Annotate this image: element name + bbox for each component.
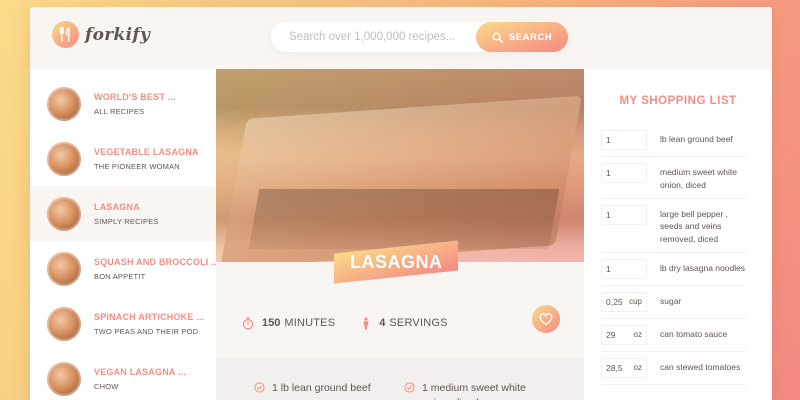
quantity-value: 1 bbox=[606, 209, 611, 220]
quantity-field[interactable]: 28,5 oz bbox=[601, 357, 647, 378]
result-publisher: THE PIONEER WOMAN bbox=[94, 161, 180, 171]
app-window: forkify SEARCH WORLD'S BEST ... ALL RECI… bbox=[30, 7, 772, 400]
shopping-list-title: MY SHOPPING LIST bbox=[619, 95, 737, 107]
quantity-field[interactable]: 1 bbox=[601, 258, 647, 279]
result-publisher: ALL RECIPES bbox=[94, 106, 145, 116]
recipe-panel: LASAGNA 150 MINUTES 4 SERVINGS 1 lb lean… bbox=[216, 69, 584, 400]
result-publisher: BON APPETIT bbox=[94, 271, 146, 281]
shopping-item: 29 oz can tomato sauce bbox=[601, 319, 746, 352]
quantity-field[interactable]: 29 oz bbox=[601, 324, 647, 345]
result-item[interactable]: WORLD'S BEST ... ALL RECIPES bbox=[30, 76, 216, 131]
quantity-value: 28,5 bbox=[606, 362, 623, 373]
search-icon bbox=[492, 32, 503, 43]
search-button[interactable]: SEARCH bbox=[476, 22, 568, 52]
header: forkify SEARCH bbox=[30, 7, 772, 69]
like-button[interactable] bbox=[532, 305, 560, 333]
recipe-time-value: 150 bbox=[262, 317, 281, 329]
search-button-label: SEARCH bbox=[508, 31, 553, 43]
quantity-unit: oz bbox=[633, 363, 642, 373]
quantity-value: 1 bbox=[606, 135, 611, 145]
shopping-item-text: lb dry lasagna noodles bbox=[660, 262, 746, 273]
result-item[interactable]: SPINACH ARTICHOKE ... TWO PEAS AND THEIR… bbox=[30, 296, 216, 351]
result-name: VEGAN LASAGNA ... bbox=[94, 366, 187, 377]
result-thumbnail bbox=[47, 196, 81, 231]
result-item[interactable]: SQUASH AND BROCCOLI ... BON APPETIT bbox=[30, 241, 220, 296]
stopwatch-icon bbox=[242, 317, 254, 330]
recipe-details: 150 MINUTES 4 SERVINGS bbox=[216, 289, 584, 357]
shopping-item-text: large bell pepper , seeds and veins remo… bbox=[660, 208, 729, 245]
shopping-item: 1 lb lean ground beef bbox=[601, 124, 746, 157]
shopping-item-text: lb lean ground beef bbox=[660, 134, 733, 144]
shopping-list-panel: MY SHOPPING LIST 1 lb lean ground beef 1… bbox=[584, 69, 772, 400]
recipe-time: 150 MINUTES bbox=[242, 317, 335, 330]
ingredients-list: 1 lb lean ground beef 1 medium sweet whi… bbox=[216, 357, 584, 400]
person-icon bbox=[363, 316, 369, 330]
recipe-servings-unit: SERVINGS bbox=[389, 317, 448, 329]
result-publisher: CHOW bbox=[94, 381, 119, 391]
result-item[interactable]: VEGETABLE LASAGNA THE PIONEER WOMAN bbox=[30, 131, 216, 186]
ingredient-item: 1 lb lean ground beef bbox=[254, 381, 404, 400]
heart-icon bbox=[539, 312, 553, 325]
result-name: SPINACH ARTICHOKE ... bbox=[94, 311, 205, 322]
search-form: SEARCH bbox=[271, 22, 568, 52]
shopping-item: 1 lb dry lasagna noodles bbox=[601, 253, 746, 286]
result-name: WORLD'S BEST ... bbox=[94, 91, 176, 102]
recipe-image bbox=[216, 69, 584, 262]
shopping-item-text: medium sweet white onion, diced bbox=[660, 167, 738, 190]
quantity-unit: cup bbox=[629, 297, 642, 307]
shopping-item-text: can stewed tomatoes bbox=[660, 361, 741, 372]
result-thumbnail bbox=[47, 141, 81, 176]
shopping-item: 0,25 cup sugar bbox=[601, 286, 746, 319]
results-list: WORLD'S BEST ... ALL RECIPES VEGETABLE L… bbox=[30, 69, 220, 400]
quantity-field[interactable]: 0,25 cup bbox=[601, 291, 647, 312]
result-item-active[interactable]: LASAGNA SIMPLY RECIPES bbox=[30, 186, 216, 241]
quantity-value: 1 bbox=[606, 168, 611, 178]
quantity-unit: oz bbox=[633, 330, 642, 340]
quantity-field[interactable]: 1 bbox=[601, 130, 647, 150]
recipe-servings-value: 4 bbox=[379, 317, 386, 329]
shopping-list: 1 lb lean ground beef 1 medium sweet whi… bbox=[601, 124, 746, 385]
result-publisher: TWO PEAS AND THEIR POD bbox=[94, 326, 199, 336]
brand-name: forkify bbox=[85, 24, 151, 45]
logo[interactable]: forkify bbox=[52, 21, 150, 48]
shopping-item: 1 medium sweet white onion, diced bbox=[601, 157, 746, 199]
recipe-servings: 4 SERVINGS bbox=[361, 316, 448, 330]
ingredient-text: 1 medium sweet white onion, diced bbox=[422, 382, 526, 400]
quantity-value: 1 bbox=[606, 263, 611, 274]
shopping-item-text: can tomato sauce bbox=[660, 328, 728, 339]
pan-edge-shape bbox=[248, 189, 560, 249]
quantity-value: 0,25 bbox=[606, 296, 623, 307]
result-thumbnail bbox=[47, 306, 81, 341]
result-thumbnail bbox=[47, 251, 81, 286]
ingredient-text: 1 lb lean ground beef bbox=[272, 382, 371, 394]
fork-knife-icon bbox=[52, 21, 79, 48]
result-name: LASAGNA bbox=[94, 201, 140, 212]
shopping-item: 28,5 oz can stewed tomatoes bbox=[601, 352, 746, 385]
check-circle-icon bbox=[404, 382, 415, 393]
ingredient-item: 1 medium sweet white onion, diced bbox=[404, 381, 554, 400]
check-circle-icon bbox=[254, 382, 265, 393]
result-name: SQUASH AND BROCCOLI ... bbox=[94, 256, 220, 267]
quantity-field[interactable]: 1 bbox=[601, 204, 647, 225]
quantity-value: 29 bbox=[606, 329, 616, 340]
result-thumbnail bbox=[47, 361, 81, 396]
recipe-title: LASAGNA bbox=[349, 251, 443, 272]
shopping-item-text: sugar bbox=[660, 295, 682, 306]
quantity-field[interactable]: 1 bbox=[601, 163, 647, 183]
search-input[interactable] bbox=[271, 22, 471, 52]
recipe-time-unit: MINUTES bbox=[284, 317, 336, 329]
shopping-item: 1 large bell pepper , seeds and veins re… bbox=[601, 199, 746, 253]
result-thumbnail bbox=[47, 86, 81, 121]
result-name: VEGETABLE LASAGNA bbox=[94, 146, 199, 157]
result-item[interactable]: VEGAN LASAGNA ... CHOW bbox=[30, 351, 216, 400]
result-publisher: SIMPLY RECIPES bbox=[94, 216, 159, 226]
